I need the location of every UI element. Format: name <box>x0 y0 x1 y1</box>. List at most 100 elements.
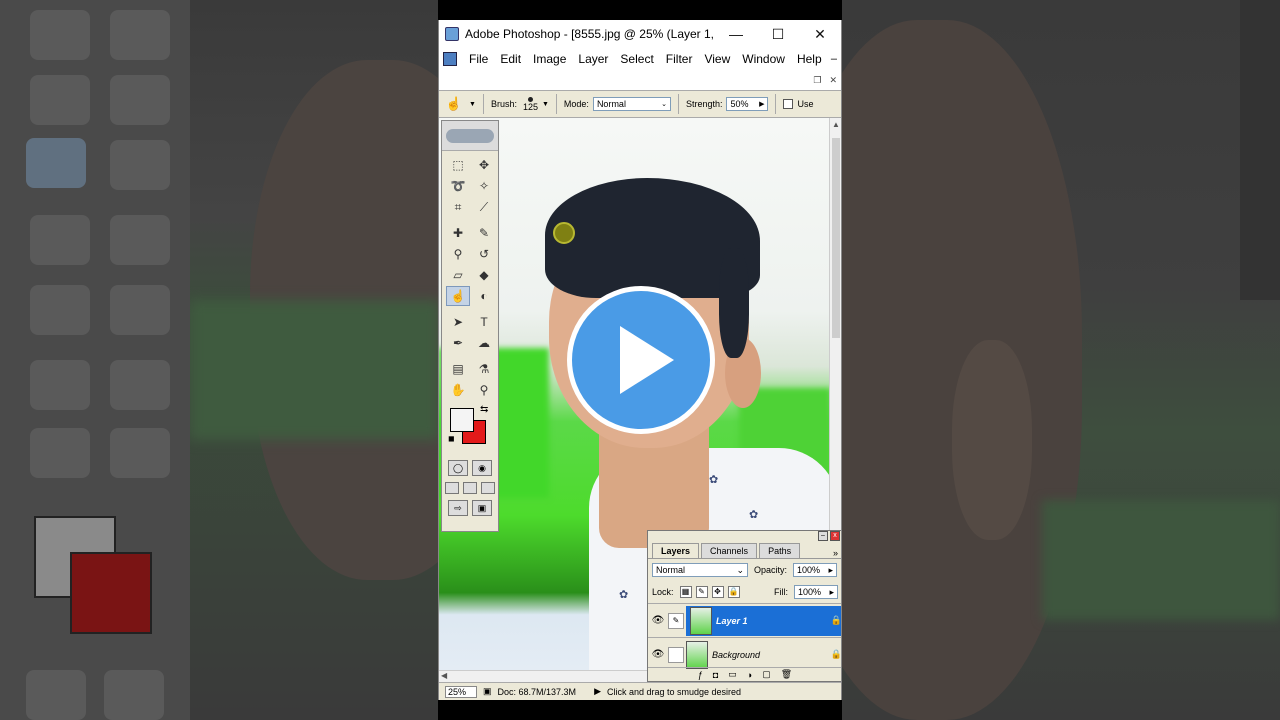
layer-row-layer-1[interactable]: 👁 ✎ Layer 1 🔒 <box>648 603 841 637</box>
quick-mask-mode-button[interactable]: ◉ <box>472 460 492 476</box>
standard-screen-mode-button[interactable] <box>445 482 459 494</box>
move-tool-icon[interactable]: ✥ <box>472 155 496 175</box>
close-button[interactable]: ✕ <box>799 20 841 48</box>
chevron-right-icon[interactable]: ▸ <box>828 565 833 576</box>
minimize-button[interactable]: — <box>715 20 757 48</box>
lock-transparency-icon[interactable]: ▦ <box>679 586 692 598</box>
pen-tool-icon[interactable]: ✒ <box>446 333 470 353</box>
document-close-button[interactable]: ✕ <box>829 75 837 86</box>
blurred-green-shape <box>1042 500 1280 620</box>
menu-filter[interactable]: Filter <box>660 52 699 66</box>
document-minimize-button[interactable]: – <box>831 53 841 65</box>
fill-input[interactable]: 100% ▸ <box>794 585 838 599</box>
notes-tool-icon[interactable]: ▤ <box>446 359 470 379</box>
smudge-tool-preset-icon[interactable]: ☝ <box>443 95 465 113</box>
hand-tool-icon[interactable]: ✋ <box>446 380 470 400</box>
opacity-input[interactable]: 100% ▸ <box>793 563 838 577</box>
strength-input[interactable]: 50% ▶ <box>726 97 769 111</box>
blurred-tool-icon <box>110 215 170 265</box>
adjustment-layer-icon[interactable]: ◑ <box>747 670 752 680</box>
panel-minimize-button[interactable]: – <box>818 531 828 541</box>
full-screen-mode-button[interactable] <box>481 482 495 494</box>
marquee-tool-icon[interactable]: ⬚ <box>446 155 470 175</box>
layer-mask-icon[interactable]: ◘ <box>713 670 718 680</box>
menu-window[interactable]: Window <box>736 52 791 66</box>
paint-bucket-tool-icon[interactable]: ◆ <box>472 265 496 285</box>
lock-icon: 🔒 <box>830 649 842 659</box>
crop-tool-icon[interactable]: ⌗ <box>446 197 470 217</box>
layers-panel-footer: ƒ ◘ ▭ ◑ ▢ 🗑 <box>648 667 841 681</box>
eye-icon[interactable]: 👁 <box>648 649 668 660</box>
menu-edit[interactable]: Edit <box>494 52 527 66</box>
panel-close-button[interactable]: x <box>830 531 840 541</box>
menu-help[interactable]: Help <box>791 52 828 66</box>
tab-layers[interactable]: Layers <box>652 543 700 558</box>
healing-brush-tool-icon[interactable]: ✚ <box>446 223 470 243</box>
tool-grid: ⬚ ✥ ➰ ✧ ⌗ ⟋ ✚ ✎ ⚲ ↺ ▱ ◆ ☝ ◐ ➤ T ✒ ☁ ▤ ⚗ … <box>442 151 498 400</box>
zoom-field[interactable]: 25% <box>445 685 477 698</box>
menu-image[interactable]: Image <box>527 52 572 66</box>
blend-mode-select[interactable]: Normal ⌄ <box>652 563 748 577</box>
menu-select[interactable]: Select <box>614 52 659 66</box>
brush-picker[interactable]: 125 <box>523 97 538 112</box>
status-arrow-icon[interactable]: ▶ <box>594 686 601 697</box>
slice-tool-icon[interactable]: ⟋ <box>472 197 496 217</box>
eye-icon[interactable]: 👁 <box>648 615 668 626</box>
swap-colors-icon[interactable]: ⇆ <box>480 404 488 415</box>
layer-style-icon[interactable]: ƒ <box>698 670 703 680</box>
toolbox-header[interactable] <box>442 121 498 151</box>
horizontal-scrollbar[interactable]: ◀ <box>439 670 649 682</box>
scroll-left-icon[interactable]: ◀ <box>441 671 447 680</box>
shirt-flower-icon: ✿ <box>619 589 629 601</box>
panel-menu-icon[interactable]: » <box>833 548 841 558</box>
menu-layer[interactable]: Layer <box>572 52 614 66</box>
lock-image-icon[interactable]: ✎ <box>695 586 708 598</box>
menu-file[interactable]: File <box>463 52 494 66</box>
trash-icon[interactable]: 🗑 <box>781 669 792 680</box>
tab-channels[interactable]: Channels <box>701 543 758 558</box>
foreground-color-swatch[interactable] <box>450 408 474 432</box>
zoom-tool-icon[interactable]: ⚲ <box>472 380 496 400</box>
lock-all-icon[interactable]: 🔒 <box>727 586 740 598</box>
eraser-tool-icon[interactable]: ▱ <box>446 265 470 285</box>
magic-wand-tool-icon[interactable]: ✧ <box>472 176 496 196</box>
chevron-right-icon[interactable]: ▸ <box>829 587 834 598</box>
jump-to-imageready-button[interactable]: ⇨ <box>448 500 468 516</box>
full-screen-menu-mode-button[interactable] <box>463 482 477 494</box>
brush-tool-icon[interactable]: ✎ <box>472 223 496 243</box>
use-all-layers-checkbox[interactable] <box>783 99 794 109</box>
path-selection-tool-icon[interactable]: ➤ <box>446 312 470 332</box>
chevron-down-icon: ⌄ <box>661 101 667 108</box>
custom-shape-tool-icon[interactable]: ☁ <box>472 333 496 353</box>
new-layer-icon[interactable]: ▢ <box>762 669 771 680</box>
document-restore-button[interactable]: ❐ <box>813 75 821 86</box>
scrollbar-thumb[interactable] <box>832 138 840 338</box>
default-colors-icon[interactable]: ◼ <box>448 434 455 443</box>
layer-row-background[interactable]: 👁 Background 🔒 <box>648 637 842 671</box>
new-group-icon[interactable]: ▭ <box>728 669 737 680</box>
document-icon[interactable] <box>443 52 457 66</box>
mode-select[interactable]: Normal ⌄ <box>592 97 671 111</box>
standard-mode-button[interactable]: ◯ <box>448 460 468 476</box>
dodge-tool-icon[interactable]: ◐ <box>472 286 496 306</box>
eyedropper-tool-icon[interactable]: ⚗ <box>472 359 496 379</box>
imageready-icon[interactable]: ▣ <box>472 500 492 516</box>
clone-stamp-tool-icon[interactable]: ⚲ <box>446 244 470 264</box>
maximize-button[interactable]: ☐ <box>757 20 799 48</box>
chevron-right-icon[interactable]: ▶ <box>759 100 764 108</box>
lasso-tool-icon[interactable]: ➰ <box>446 176 470 196</box>
layer-selection-highlight: Layer 1 🔒 <box>686 605 841 636</box>
history-brush-tool-icon[interactable]: ↺ <box>472 244 496 264</box>
chevron-down-icon[interactable]: ▼ <box>469 101 476 108</box>
smudge-brush-cursor <box>553 222 575 244</box>
lock-position-icon[interactable]: ✥ <box>711 586 724 598</box>
screen-mode-row <box>442 482 498 494</box>
tab-paths[interactable]: Paths <box>759 543 801 558</box>
smudge-tool-icon[interactable]: ☝ <box>446 286 470 306</box>
chevron-down-icon[interactable]: ▼ <box>542 101 549 108</box>
type-tool-icon[interactable]: T <box>472 312 496 332</box>
blurred-green-shape <box>190 300 438 440</box>
scroll-up-icon[interactable]: ▲ <box>831 120 841 129</box>
menu-view[interactable]: View <box>698 52 736 66</box>
play-button[interactable] <box>567 286 715 434</box>
